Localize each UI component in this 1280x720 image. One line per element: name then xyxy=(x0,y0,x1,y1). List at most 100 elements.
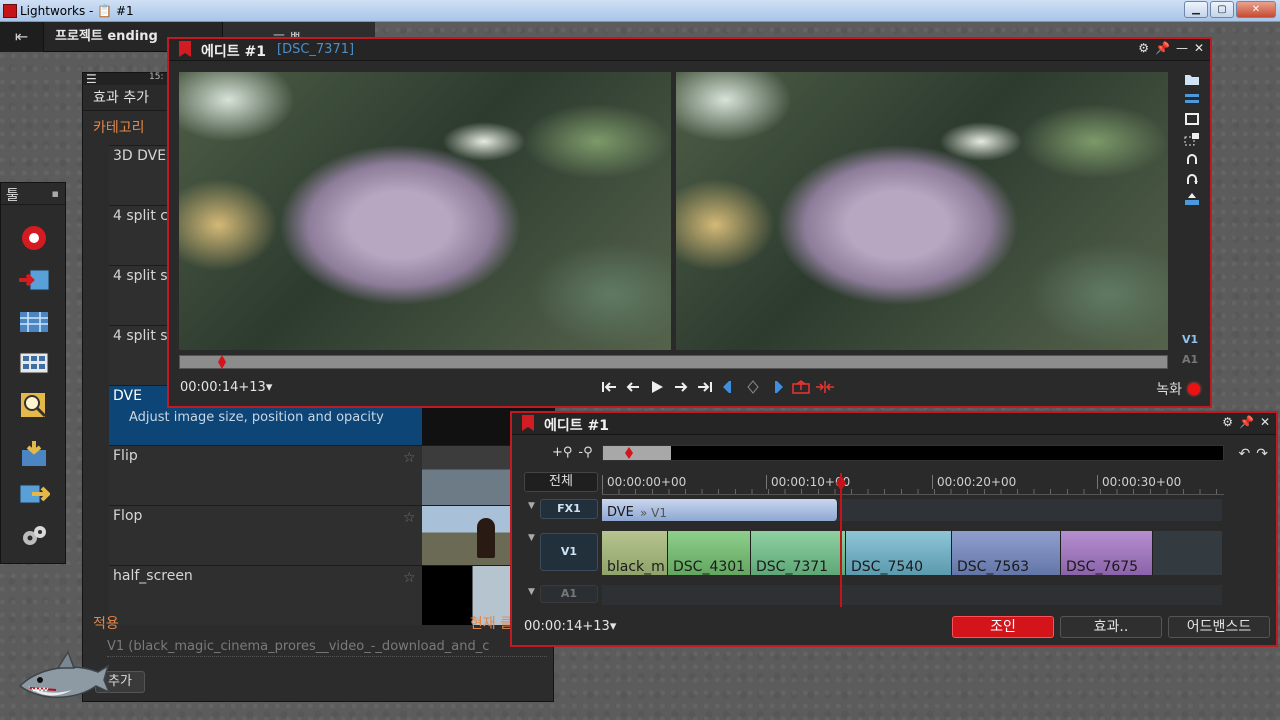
pin-icon[interactable]: ▪ xyxy=(52,187,59,200)
advanced-button[interactable]: 어드밴스드 xyxy=(1168,616,1270,638)
effect-item-flip[interactable]: Flip ☆ xyxy=(109,445,555,505)
bookmark-icon xyxy=(179,41,191,57)
track-name-a1[interactable]: A1 xyxy=(540,585,598,603)
video-clip[interactable]: DSC_4301 xyxy=(668,531,751,575)
settings-icon[interactable] xyxy=(17,521,51,551)
transport-controls xyxy=(599,378,835,396)
minimize-icon[interactable]: — xyxy=(1176,41,1188,55)
effect-name: DVE xyxy=(113,388,142,404)
track-lane-a1[interactable] xyxy=(602,585,1222,605)
go-to-end-icon[interactable] xyxy=(695,378,715,396)
favorite-star-icon[interactable]: ☆ xyxy=(403,510,416,526)
os-titlebar: Lightworks - 📋 #1 ▁ ▢ ✕ xyxy=(0,0,1280,22)
import-icon[interactable] xyxy=(17,265,51,295)
effect-name: 4 split s xyxy=(113,328,168,344)
minimize-button[interactable]: ▁ xyxy=(1184,1,1208,18)
ruler-tick: 00:00:30+00 xyxy=(1097,475,1181,489)
clip-name: DSC_7371 xyxy=(756,559,829,575)
source-video-frame[interactable] xyxy=(179,72,671,350)
settings-gear-icon[interactable]: ⚙ xyxy=(1222,415,1233,429)
exit-project-icon[interactable]: ⇤ xyxy=(0,22,44,52)
frame-icon[interactable] xyxy=(1184,111,1200,126)
step-forward-icon[interactable] xyxy=(671,378,691,396)
effect-description: Adjust image size, position and opacity xyxy=(129,410,384,425)
go-to-start-icon[interactable] xyxy=(599,378,619,396)
track-lane-fx1[interactable]: DVE » V1 xyxy=(602,499,1222,521)
record-icon[interactable] xyxy=(17,223,51,253)
apply-target-field[interactable]: V1 (black_magic_cinema_prores__video_-_d… xyxy=(107,639,547,657)
effect-name: 4 split c xyxy=(113,208,168,224)
track-label-a1[interactable]: A1 xyxy=(1182,353,1198,366)
tools-panel-title: 툴 xyxy=(6,188,19,204)
send-icon[interactable] xyxy=(17,479,51,509)
search-icon[interactable] xyxy=(17,390,51,420)
timeline-overview-bar[interactable] xyxy=(602,445,1224,461)
track-label-v1[interactable]: V1 xyxy=(1182,333,1198,346)
join-button[interactable]: 조인 xyxy=(952,616,1054,638)
video-clip[interactable]: DSC_7675 xyxy=(1061,531,1153,575)
mark-in-icon[interactable] xyxy=(719,378,739,396)
mark-out-icon[interactable] xyxy=(767,378,787,396)
tools-panel: 툴 ▪ xyxy=(0,182,66,564)
track-expand-icon[interactable]: ▼ xyxy=(528,587,535,597)
play-icon[interactable] xyxy=(647,378,667,396)
mark-clear-icon[interactable] xyxy=(743,378,763,396)
track-fx1: ▼ FX1 DVE » V1 xyxy=(524,499,1272,521)
timeline-ruler[interactable]: 00:00:00+00 00:00:10+00 00:00:20+00 00:0… xyxy=(602,473,1224,495)
effect-item-flop[interactable]: Flop ☆ xyxy=(109,505,555,565)
video-clip[interactable]: black_m xyxy=(602,531,668,575)
track-expand-icon[interactable]: ▼ xyxy=(528,501,535,511)
playhead-marker[interactable] xyxy=(218,355,226,369)
bins-icon[interactable] xyxy=(17,348,51,378)
video-clip[interactable]: DSC_7563 xyxy=(952,531,1061,575)
favorite-star-icon[interactable]: ☆ xyxy=(403,450,416,466)
record-video-frame[interactable] xyxy=(676,72,1168,350)
show-all-button[interactable]: 전체 xyxy=(524,472,598,492)
undo-icon[interactable]: ↶ xyxy=(1239,446,1251,462)
export-icon[interactable] xyxy=(17,439,51,469)
track-name-v1[interactable]: V1 xyxy=(540,533,598,571)
record-dot-icon[interactable] xyxy=(1188,383,1200,395)
redo-icon[interactable]: ↷ xyxy=(1256,446,1268,462)
timeline-timecode[interactable]: 00:00:14+13▾ xyxy=(524,619,616,634)
bookmark-icon xyxy=(522,415,534,431)
video-clip[interactable]: DSC_7540 xyxy=(846,531,952,575)
redo-icon[interactable] xyxy=(1184,171,1200,186)
video-clip[interactable]: DSC_7371 xyxy=(751,531,846,575)
pin-icon[interactable]: 📌 xyxy=(1155,41,1170,55)
upload-icon[interactable] xyxy=(1184,191,1200,206)
panel-time: 15: xyxy=(149,72,164,82)
step-back-icon[interactable] xyxy=(623,378,643,396)
track-expand-icon[interactable]: ▼ xyxy=(528,533,535,543)
folder-icon[interactable] xyxy=(1184,71,1200,86)
zoom-in-icon[interactable]: +⚲ xyxy=(552,445,572,460)
settings-gear-icon[interactable]: ⚙ xyxy=(1138,41,1149,55)
close-button[interactable]: ✕ xyxy=(1236,1,1276,18)
undo-icon[interactable] xyxy=(1184,151,1200,166)
timeline-header: 에디트 #1 ⚙ 📌 ✕ xyxy=(512,413,1276,435)
zoom-out-icon[interactable]: -⚲ xyxy=(578,445,592,460)
hamburger-icon[interactable]: ☰ xyxy=(86,72,97,86)
fx-clip-dve[interactable]: DVE » V1 xyxy=(602,499,838,521)
effect-name: half_screen xyxy=(113,568,193,584)
overview-window[interactable] xyxy=(603,446,671,460)
resize-icon[interactable] xyxy=(1184,131,1200,146)
viewer-timecode[interactable]: 00:00:14+13▾ xyxy=(180,380,272,395)
track-lane-v1[interactable]: black_m DSC_4301 DSC_7371 DSC_7540 DSC_7… xyxy=(602,531,1222,575)
extract-icon[interactable] xyxy=(815,378,835,396)
timeline-window: 에디트 #1 ⚙ 📌 ✕ +⚲ -⚲ ↶ ↷ 전체 00:00:00+00 00… xyxy=(510,411,1278,647)
track-name-fx1[interactable]: FX1 xyxy=(540,499,598,519)
timeline-icon[interactable] xyxy=(17,307,51,337)
favorite-star-icon[interactable]: ☆ xyxy=(403,570,416,586)
effect-name: Flop xyxy=(113,508,143,524)
lift-icon[interactable] xyxy=(791,378,811,396)
timeline-playhead[interactable] xyxy=(840,473,842,607)
close-icon[interactable]: ✕ xyxy=(1260,415,1270,429)
effects-button[interactable]: 효과.. xyxy=(1060,616,1162,638)
close-icon[interactable]: ✕ xyxy=(1194,41,1204,55)
maximize-button[interactable]: ▢ xyxy=(1210,1,1234,18)
viewer-scrub-bar[interactable] xyxy=(179,355,1168,369)
menu-lines-icon[interactable] xyxy=(1184,91,1200,106)
current-clip-label: 현재 클 xyxy=(469,616,513,632)
pin-icon[interactable]: 📌 xyxy=(1239,415,1254,429)
